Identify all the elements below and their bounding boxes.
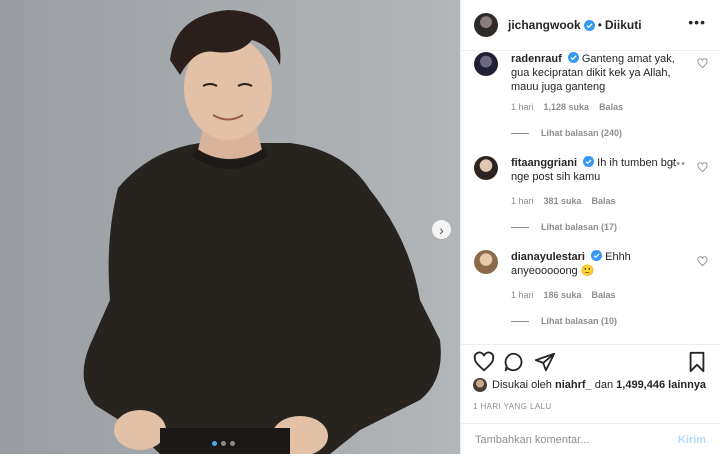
verified-badge-icon	[591, 250, 603, 261]
view-replies-button[interactable]: Lihat balasan (240)	[511, 128, 622, 138]
like-comment-heart-icon[interactable]	[697, 58, 708, 69]
post-comment-button[interactable]: Kirim	[678, 434, 706, 446]
likes-count-button[interactable]: 1,499,446 lainnya	[616, 379, 706, 391]
verified-badge-icon	[583, 156, 595, 167]
share-send-icon[interactable]	[534, 351, 556, 373]
comments-list[interactable]: radenrauf Ganteng amat yak, gua keciprat…	[461, 50, 720, 344]
commenter-avatar[interactable]	[474, 250, 498, 274]
more-options-icon[interactable]: •••	[688, 14, 706, 30]
post-header: jichangwook • Diikuti •••	[461, 0, 720, 51]
add-comment-bar: Kirim	[461, 423, 720, 456]
commenter-avatar[interactable]	[474, 156, 498, 180]
commenter-username[interactable]: dianayulestari	[511, 251, 585, 263]
emoji-smile-icon: 🙂	[580, 265, 595, 277]
comment-meta: 1 hari 1,128 suka Balas	[511, 102, 623, 112]
commenter-username[interactable]: radenrauf	[511, 53, 562, 65]
verified-badge-icon	[567, 52, 579, 63]
liker-avatar[interactable]	[473, 378, 487, 392]
like-comment-heart-icon[interactable]	[697, 162, 708, 173]
action-icons-row	[473, 351, 708, 375]
comment-bubble-icon[interactable]	[503, 351, 525, 373]
liked-by-username[interactable]: niahrf_	[555, 379, 592, 391]
comment-text: radenrauf Ganteng amat yak, gua keciprat…	[511, 52, 681, 94]
chevron-right-icon: ›	[439, 221, 444, 238]
comment-text: fitaanggriani Ih ih tumben bgt nge post …	[511, 156, 681, 184]
view-replies-label: Lihat balasan (17)	[541, 222, 618, 232]
comment-time[interactable]: 1 hari	[511, 196, 534, 206]
view-replies-button[interactable]: Lihat balasan (10)	[511, 316, 617, 326]
comment-time[interactable]: 1 hari	[511, 290, 534, 300]
carousel-indicator	[212, 441, 235, 446]
comment-likes[interactable]: 1,128 suka	[544, 102, 590, 112]
comment-item: fitaanggriani Ih ih tumben bgt nge post …	[474, 156, 708, 240]
comment-more-icon[interactable]: •••	[671, 158, 686, 170]
separator: •	[597, 18, 602, 32]
reply-button[interactable]: Balas	[592, 196, 616, 206]
following-button[interactable]: Diikuti	[605, 18, 642, 32]
post-timestamp[interactable]: 1 HARI YANG LALU	[473, 402, 552, 411]
comment-item: dianayulestari Ehhh anyeooooong 🙂 1 hari…	[474, 250, 708, 334]
comment-input[interactable]	[473, 433, 657, 447]
reply-button[interactable]: Balas	[592, 290, 616, 300]
author-avatar[interactable]	[474, 13, 498, 37]
replies-divider	[511, 320, 529, 322]
commenter-username[interactable]: fitaanggriani	[511, 157, 577, 169]
like-comment-heart-icon[interactable]	[697, 256, 708, 267]
replies-divider	[511, 132, 529, 134]
verified-badge-icon	[583, 19, 595, 31]
liked-by-prefix: Disukai oleh	[492, 379, 552, 391]
next-photo-button[interactable]: ›	[432, 220, 451, 239]
post-actions: Disukai oleh niahrf_ dan 1,499,446 lainn…	[461, 344, 720, 455]
liked-by-and: dan	[594, 379, 614, 391]
post-photo[interactable]: ›	[0, 0, 460, 454]
comment-likes[interactable]: 381 suka	[544, 196, 582, 206]
carousel-dot	[212, 441, 217, 446]
replies-divider	[511, 226, 529, 228]
comment-likes[interactable]: 186 suka	[544, 290, 582, 300]
carousel-dot	[230, 441, 235, 446]
post-sidebar: jichangwook • Diikuti ••• radenrauf Gant…	[460, 0, 720, 454]
author-username[interactable]: jichangwook	[508, 18, 581, 32]
comment-text: dianayulestari Ehhh anyeooooong 🙂	[511, 250, 681, 278]
reply-button[interactable]: Balas	[599, 102, 623, 112]
photo-illustration	[0, 0, 460, 454]
view-replies-label: Lihat balasan (240)	[541, 128, 623, 138]
save-bookmark-icon[interactable]	[686, 351, 708, 373]
comment-meta: 1 hari 186 suka Balas	[511, 290, 616, 300]
comment-time[interactable]: 1 hari	[511, 102, 534, 112]
view-replies-label: Lihat balasan (10)	[541, 316, 618, 326]
commenter-avatar[interactable]	[474, 52, 498, 76]
comment-meta: 1 hari 381 suka Balas	[511, 196, 616, 206]
carousel-dot	[221, 441, 226, 446]
like-heart-icon[interactable]	[473, 351, 495, 373]
comment-item: radenrauf Ganteng amat yak, gua keciprat…	[474, 52, 708, 144]
view-replies-button[interactable]: Lihat balasan (17)	[511, 222, 617, 232]
liked-by-summary: Disukai oleh niahrf_ dan 1,499,446 lainn…	[473, 378, 712, 392]
